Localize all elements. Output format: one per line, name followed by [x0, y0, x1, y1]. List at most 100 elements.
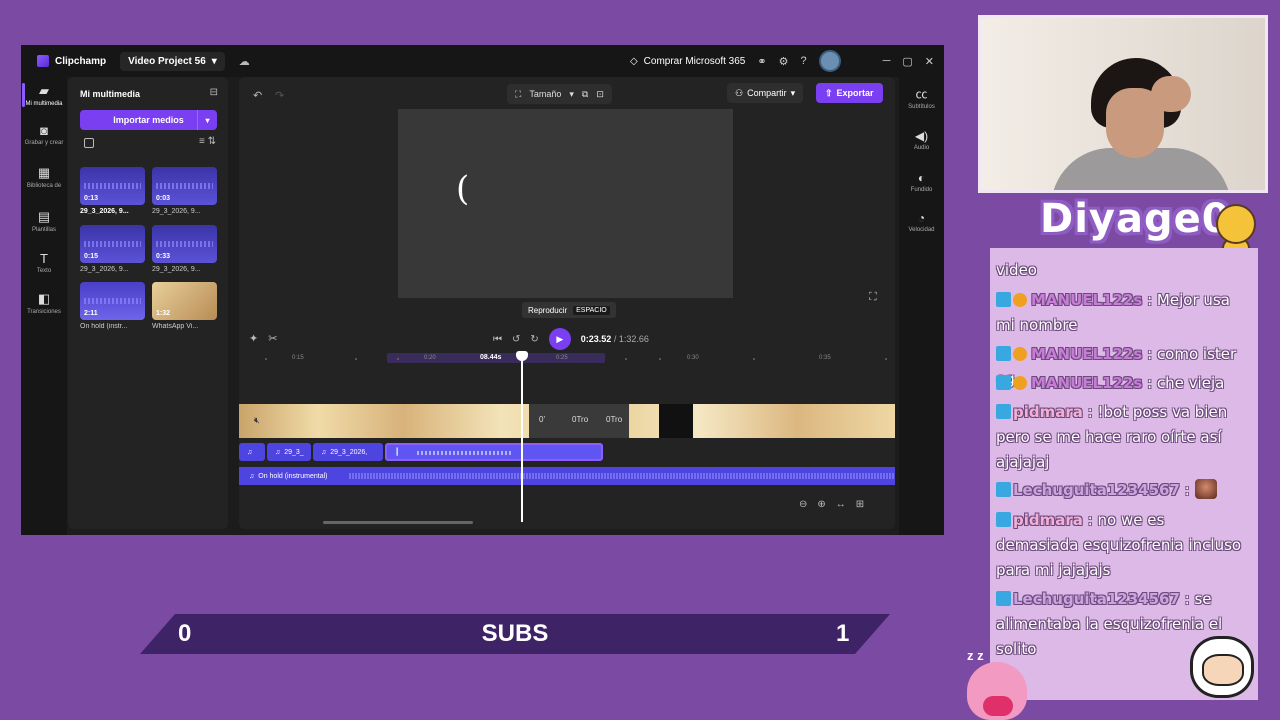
platform-badge-icon — [996, 346, 1011, 361]
rail-text[interactable]: T Texto — [21, 251, 67, 274]
audio-clip-selected[interactable]: ┃ — [385, 443, 603, 461]
zoom-out-icon[interactable]: ⊖ — [799, 499, 807, 510]
maximize-button[interactable]: ▢ — [902, 55, 912, 68]
timeline-tools: ✦ ✂ — [249, 332, 277, 345]
playhead[interactable] — [516, 351, 528, 522]
rail-my-media[interactable]: ▰ Mi multimedia — [21, 83, 67, 107]
chevron-down-icon[interactable]: ▾ — [197, 110, 217, 130]
rail-speed[interactable]: ◔ Velocidad — [899, 211, 944, 233]
sub-badge-icon — [1013, 347, 1027, 361]
media-duration: 0:15 — [84, 253, 99, 260]
library-icon: ▦ — [37, 165, 51, 180]
background-icon[interactable]: ⧉ — [582, 89, 588, 100]
chevron-down-icon: ▾ — [790, 87, 796, 98]
media-duration: 0:03 — [156, 195, 171, 202]
collapse-panel-icon[interactable]: ⊟ — [210, 87, 218, 98]
aspect-ratio-button[interactable]: ⛶ Tamaño ▾ ⧉ ⊡ — [507, 84, 612, 104]
rail-label: Biblioteca de — [26, 183, 62, 189]
video-preview[interactable]: ( — [398, 109, 733, 298]
rail-templates[interactable]: ▤ Plantillas — [21, 209, 67, 233]
platform-badge-icon — [996, 591, 1011, 606]
rewind-5-icon[interactable]: ↺ — [512, 334, 520, 345]
app-name: Clipchamp — [55, 55, 107, 67]
media-label: WhatsApp Vi... — [152, 323, 199, 330]
media-label: 29_3_2026, 9... — [152, 208, 201, 215]
rail-record-create[interactable]: ◙ Grabar y crear — [21, 123, 67, 146]
folder-icon: ▰ — [39, 83, 49, 98]
fit-timeline-icon[interactable]: ↔ — [836, 499, 846, 510]
cloud-sync-icon[interactable]: ☁ — [239, 55, 250, 68]
select-all-checkbox[interactable] — [84, 138, 94, 148]
media-thumb[interactable]: 0:33 — [152, 225, 217, 263]
audio-clip[interactable]: ♫ 29_3_ — [267, 443, 311, 461]
media-thumb[interactable]: 0:03 — [152, 167, 217, 205]
right-rail: ㏄ Subtítulos ◀) Audio ◐ Fundido ◔ Veloci… — [899, 77, 944, 535]
snapshot-icon[interactable]: ⊡ — [596, 89, 604, 100]
share-link-icon[interactable]: ⚭ — [757, 55, 766, 68]
skip-start-icon[interactable]: ⏮ — [493, 334, 502, 345]
camera-icon: ◙ — [40, 123, 48, 138]
ruler-tick: 0:25 — [556, 355, 568, 361]
undo-icon[interactable]: ↶ — [253, 89, 262, 102]
subs-counter-banner: 0 SUBS 1 — [140, 614, 890, 654]
magic-icon[interactable]: ✦ — [249, 332, 258, 345]
preview-frame-text: ( — [456, 169, 470, 209]
streamer-logo: Diyage0 — [1040, 196, 1231, 242]
fullscreen-icon[interactable]: ⛶ — [869, 291, 877, 304]
media-panel-title: Mi multimedia — [80, 89, 141, 99]
zoom-in-icon[interactable]: ⊕ — [817, 499, 825, 510]
audio-clip[interactable]: ♫ 29_3_2026, — [313, 443, 383, 461]
trim-handle-left[interactable]: ┃ — [395, 448, 399, 456]
project-name-button[interactable]: Video Project 56 ▾ — [120, 51, 225, 71]
mute-icon[interactable]: 🔇︎ — [254, 415, 260, 426]
media-label: On hold (instr... — [80, 323, 128, 330]
gear-icon[interactable]: ⚙ — [779, 55, 789, 68]
left-rail: ▰ Mi multimedia ◙ Grabar y crear ▦ Bibli… — [21, 77, 67, 535]
add-track-icon[interactable]: ⊞ — [856, 499, 864, 510]
background-audio-track[interactable]: ♫ On hold (instrumental) — [239, 467, 895, 485]
media-thumb[interactable]: 2:11 — [80, 282, 145, 320]
video-track[interactable]: 🔇︎ 0' 0Tro 0Tro — [239, 404, 895, 438]
editor-area: ↶ ↷ ⛶ Tamaño ▾ ⧉ ⊡ ⚇ Compartir ▾ ⇧ Expor… — [239, 77, 895, 529]
share-button[interactable]: ⚇ Compartir ▾ — [727, 83, 804, 103]
music-note-icon: ♫ — [247, 448, 253, 456]
export-label: Exportar — [836, 88, 874, 98]
media-label: 29_3_2026, 9... — [80, 208, 129, 215]
audio-clip-label: 29_3_ — [284, 448, 304, 456]
redo-icon[interactable]: ↷ — [275, 89, 284, 102]
buy-microsoft-365-button[interactable]: ◇ Comprar Microsoft 365 — [630, 56, 745, 67]
rail-audio[interactable]: ◀) Audio — [899, 129, 944, 151]
avatar[interactable] — [818, 50, 841, 72]
chat-username: pidmara — [1013, 511, 1083, 529]
sort-icon[interactable]: ≡ ⇅ — [199, 136, 216, 147]
media-thumb[interactable]: 0:15 — [80, 225, 145, 263]
chat-text: video — [996, 261, 1037, 279]
diamond-icon: ◇ — [629, 55, 638, 67]
import-media-button[interactable]: Importar medios ▾ — [80, 110, 217, 130]
audio-icon: ◀) — [914, 129, 929, 143]
audio-track-label: On hold (instrumental) — [258, 472, 328, 480]
ruler-dot — [355, 358, 357, 360]
rail-fade[interactable]: ◐ Fundido — [899, 171, 944, 193]
media-thumb[interactable]: 0:13 — [80, 167, 145, 205]
chat-username: pidmara — [1013, 403, 1083, 421]
audio-clip[interactable]: ♫ — [239, 443, 265, 461]
play-tooltip: Reproducir ESPACIO — [522, 302, 616, 318]
rail-library[interactable]: ▦ Biblioteca de — [21, 165, 67, 189]
timeline-scrollbar[interactable] — [323, 521, 473, 524]
close-button[interactable]: ✕ — [925, 55, 934, 68]
export-button[interactable]: ⇧ Exportar — [816, 83, 883, 103]
timeline-ruler[interactable]: 0:15 0:20 08.44s 0:25 0:30 0:35 — [239, 349, 895, 367]
kirby-sticker-icon: z z — [963, 648, 1033, 720]
forward-5-icon[interactable]: ↻ — [530, 334, 538, 345]
rail-label: Plantillas — [31, 227, 56, 233]
scissors-icon[interactable]: ✂ — [268, 332, 277, 345]
play-button[interactable]: ▶ — [548, 328, 571, 350]
rail-captions[interactable]: ㏄ Subtítulos — [899, 85, 944, 110]
minimize-button[interactable]: ─ — [883, 55, 891, 67]
media-thumb[interactable]: 1:32 — [152, 282, 217, 320]
ruler-dot — [397, 358, 399, 360]
webcam-person-hand — [1151, 76, 1191, 112]
rail-transitions[interactable]: ◧ Transiciones — [21, 291, 67, 315]
help-icon[interactable]: ? — [800, 55, 806, 67]
